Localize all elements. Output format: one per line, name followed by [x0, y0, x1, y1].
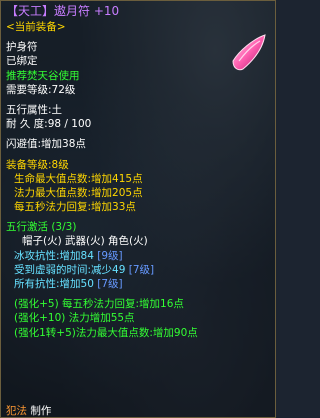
level-requirement: 需要等级:72级 — [6, 83, 76, 96]
bound-status: 已绑定 — [6, 55, 38, 68]
recommend-text: 推荐焚天谷使用 — [6, 69, 80, 82]
enhance-line: (强化+10) 法力增加55点 — [14, 312, 135, 325]
item-type: 护身符 — [6, 41, 38, 54]
wuxing-effect-badge: [7级] — [128, 263, 155, 276]
wuxing-header: 五行激活 (3/3) — [6, 221, 77, 234]
item-tooltip: 【天工】遨月符 +10 <当前装备> 护身符 已绑定 推荐焚天谷使用 需要等级:… — [0, 0, 276, 418]
wuxing-effect-badge: [7级] — [97, 278, 123, 290]
title-prefix: 【天工】 — [6, 4, 55, 18]
item-title: 【天工】遨月符 +10 — [6, 3, 271, 20]
equip-stat-regen: 每五秒法力回复:增加33点 — [14, 201, 136, 214]
wuxing-effect-badge: [9级] — [97, 249, 123, 262]
element-attribute: 五行属性:土 — [6, 103, 63, 116]
wuxing-effect: 所有抗性:增加50 [7级] — [6, 277, 271, 291]
crafter-name: 犯法 — [6, 405, 27, 417]
equipped-status: <当前装备> — [6, 21, 66, 33]
equip-stat-hp: 生命最大值点数:增加415点 — [14, 172, 143, 185]
crafter-line: 犯法 制作 — [6, 404, 51, 418]
enhance-line: (强化1转+5)法力最大值点数:增加90点 — [14, 326, 198, 339]
wuxing-effect: 冰攻抗性:增加84 [9级] — [6, 249, 271, 263]
dodge-stat: 闪避值:增加38点 — [6, 138, 86, 151]
wuxing-parts: 帽子(火) 武器(火) 角色(火) — [22, 235, 148, 248]
enhance-line: (强化+5) 每五秒法力回复:增加16点 — [14, 298, 184, 311]
wuxing-effect-text: 受到虚弱的时间:减少49 — [14, 263, 126, 276]
item-name: 遨月符 — [54, 4, 91, 18]
craft-label: 制作 — [30, 405, 52, 417]
refine-level: +10 — [93, 4, 120, 18]
equip-stat-mp: 法力最大值点数:增加205点 — [14, 186, 143, 199]
durability: 耐 久 度:98 / 100 — [6, 118, 92, 131]
wuxing-effect: 受到虚弱的时间:减少49 [7级] — [6, 263, 271, 277]
wuxing-effect-text: 所有抗性:增加50 — [14, 278, 94, 290]
wuxing-effect-text: 冰攻抗性:增加84 — [14, 249, 94, 262]
equip-level: 装备等级:8级 — [6, 158, 69, 171]
